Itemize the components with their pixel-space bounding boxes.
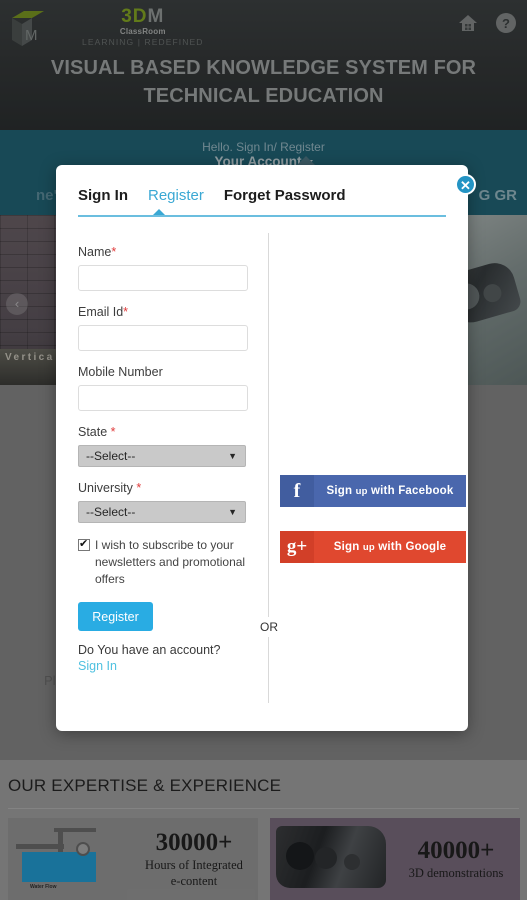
- state-select-value: --Select--: [86, 449, 136, 463]
- social-login-group: f Sign up with Facebook g+ Sign up with …: [280, 475, 466, 587]
- page-root: M 3DM ClassRoom LEARNING | REDEFINED ? V…: [0, 0, 527, 900]
- mobile-number-input[interactable]: [78, 385, 248, 411]
- university-label: University *: [78, 481, 142, 495]
- close-icon[interactable]: ✕: [455, 174, 476, 195]
- register-form: Name* Email Id* Mobile Number State * --…: [78, 245, 256, 673]
- facebook-signup-button[interactable]: f Sign up with Facebook: [280, 475, 466, 507]
- name-label: Name*: [78, 245, 117, 259]
- auth-tab-list: Sign In Register Forget Password: [78, 187, 346, 204]
- tab-register[interactable]: Register: [148, 187, 204, 204]
- tab-sign-in[interactable]: Sign In: [78, 187, 128, 204]
- mobile-label: Mobile Number: [78, 365, 163, 379]
- required-marker: *: [110, 425, 116, 439]
- subscribe-label: I wish to subscribe to your newsletters …: [95, 538, 246, 586]
- state-label: State *: [78, 425, 116, 439]
- facebook-icon: f: [280, 475, 314, 507]
- auth-modal: ✕ Sign In Register Forget Password OR Na…: [56, 165, 476, 731]
- active-tab-pointer-icon: [153, 209, 165, 215]
- state-select[interactable]: --Select-- ▼: [78, 445, 246, 467]
- google-signup-button[interactable]: g+ Sign up with Google: [280, 531, 466, 563]
- university-select[interactable]: --Select-- ▼: [78, 501, 246, 523]
- name-input[interactable]: [78, 265, 248, 291]
- email-input[interactable]: [78, 325, 248, 351]
- subscribe-row[interactable]: I wish to subscribe to your newsletters …: [78, 537, 256, 588]
- university-select-value: --Select--: [86, 505, 136, 519]
- register-button[interactable]: Register: [78, 602, 153, 631]
- google-plus-icon: g+: [280, 531, 314, 563]
- sign-in-link[interactable]: Sign In: [78, 659, 256, 673]
- have-account-text: Do You have an account?: [78, 643, 221, 657]
- chevron-down-icon: ▼: [228, 451, 237, 461]
- chevron-down-icon: ▼: [228, 507, 237, 517]
- facebook-signup-label: Sign up with Facebook: [326, 485, 454, 497]
- subscribe-checkbox[interactable]: [78, 537, 90, 551]
- tab-underline: [78, 215, 446, 217]
- or-label: OR: [258, 617, 280, 637]
- required-marker: *: [123, 305, 129, 319]
- required-marker: *: [111, 245, 117, 259]
- google-signup-label: Sign up with Google: [333, 541, 447, 553]
- required-marker: *: [136, 481, 142, 495]
- email-label: Email Id*: [78, 305, 129, 319]
- tab-forget-password[interactable]: Forget Password: [224, 187, 346, 204]
